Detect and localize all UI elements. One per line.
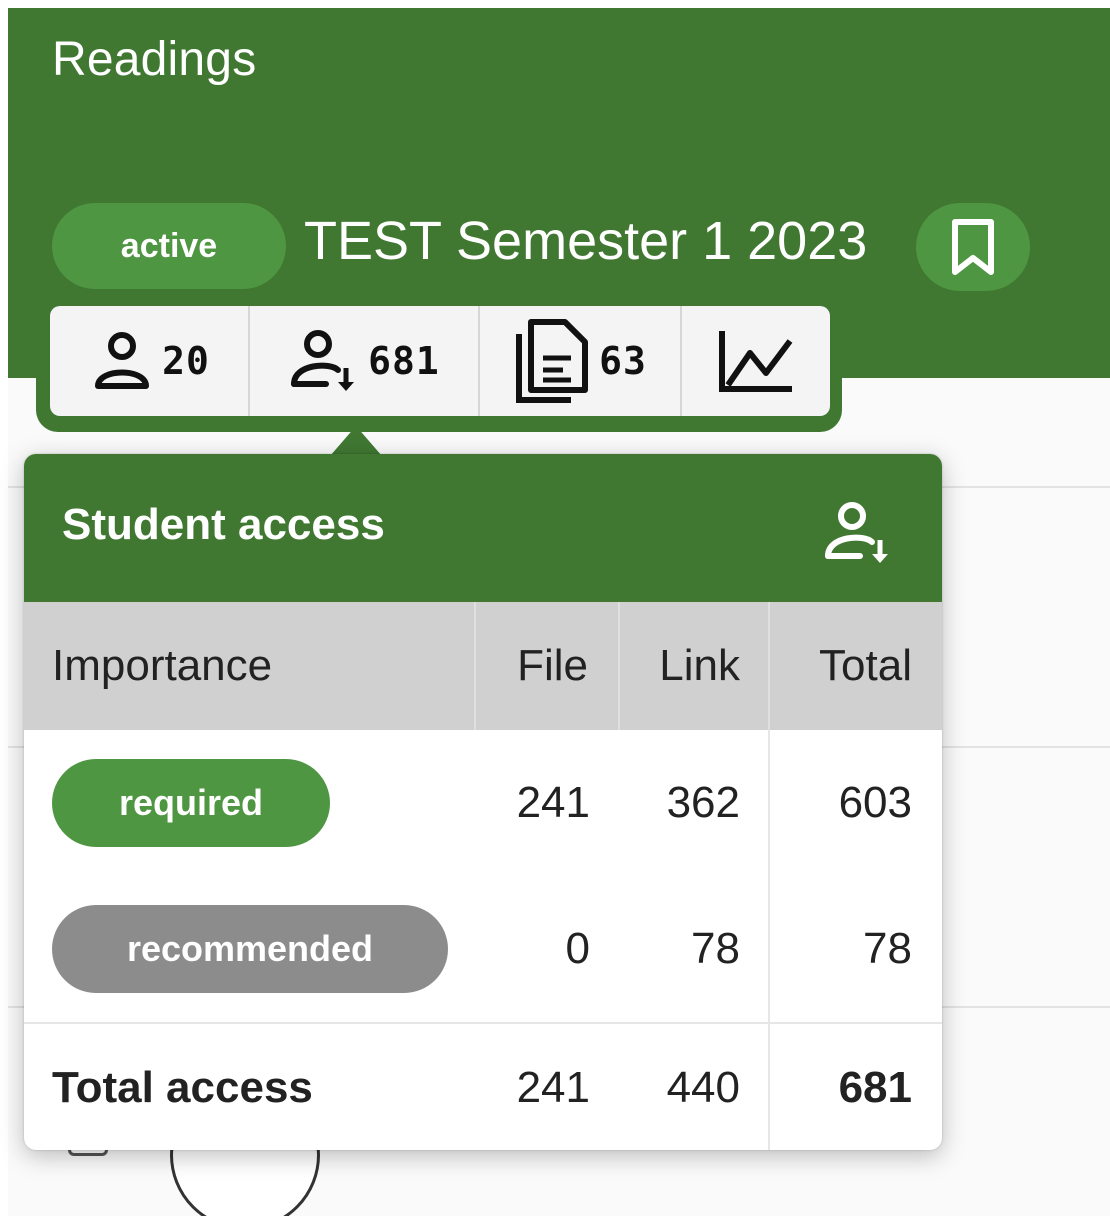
user-icon <box>95 332 150 389</box>
stat-analytics-button[interactable] <box>682 306 830 416</box>
col-total: Total <box>819 641 912 690</box>
access-table: Importance File Link Total required 241 … <box>24 602 942 1150</box>
page-title: Readings <box>52 33 257 86</box>
bookmark-icon <box>952 219 994 275</box>
link-cell: 78 <box>620 876 770 1022</box>
total-file: 241 <box>516 1063 590 1112</box>
popover-caret <box>330 426 382 456</box>
popover-title: Student access <box>62 500 385 549</box>
col-importance: Importance <box>24 602 476 730</box>
course-title: TEST Semester 1 2023 <box>304 211 868 271</box>
importance-badge: required <box>52 759 330 847</box>
bookmark-button[interactable] <box>916 203 1030 291</box>
total-row: Total access 241 440 681 <box>24 1022 942 1150</box>
left-edge <box>0 0 8 1216</box>
file-cell: 241 <box>516 778 590 827</box>
total-cell: 603 <box>838 778 912 827</box>
user-download-icon <box>291 330 355 391</box>
total-label: Total access <box>52 1063 313 1112</box>
col-link: Link <box>620 602 770 730</box>
stat-access-button[interactable]: 681 <box>250 306 480 416</box>
stat-readings-button[interactable]: 63 <box>480 306 682 416</box>
stat-readings-count: 63 <box>599 339 647 383</box>
table-row: recommended 0 78 78 <box>24 876 942 1022</box>
stat-users-count: 20 <box>162 339 210 383</box>
page: Readings active TEST Semester 1 2023 20 … <box>0 0 1110 1216</box>
table-row: required 241 362 603 <box>24 730 942 876</box>
link-cell: 362 <box>620 730 770 876</box>
top-edge <box>0 0 1110 8</box>
col-file: File <box>476 602 620 730</box>
status-badge: active <box>52 203 286 289</box>
stats-bar: 20 681 63 <box>50 306 830 416</box>
stat-users-button[interactable]: 20 <box>50 306 250 416</box>
total-total: 681 <box>838 1063 912 1112</box>
total-link: 440 <box>620 1024 770 1150</box>
student-access-popover: Student access Importance File Link Tota… <box>24 454 942 1150</box>
importance-cell: required <box>24 730 476 876</box>
stat-access-count: 681 <box>368 339 440 383</box>
user-download-icon <box>822 500 896 571</box>
line-chart-icon <box>719 331 793 392</box>
documents-icon <box>516 319 589 403</box>
table-header: Importance File Link Total <box>24 602 942 730</box>
importance-cell: recommended <box>24 876 476 1022</box>
total-cell: 78 <box>863 924 912 973</box>
importance-badge: recommended <box>52 905 448 993</box>
file-cell: 0 <box>565 924 590 973</box>
